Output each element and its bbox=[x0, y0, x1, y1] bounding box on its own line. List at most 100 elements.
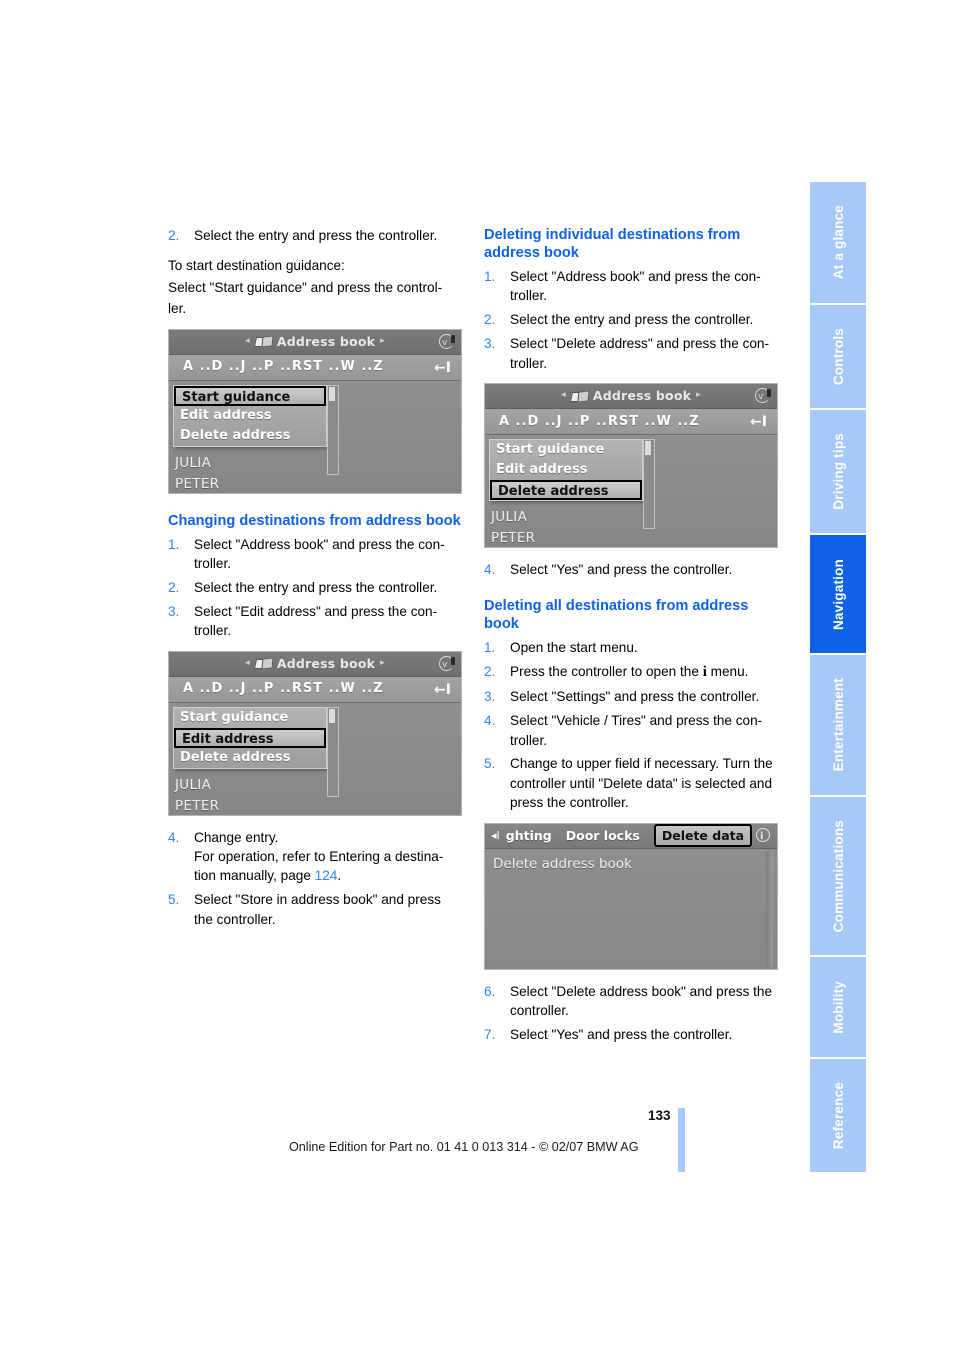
list-item: 3. Select "Settings" and press the contr… bbox=[484, 687, 778, 706]
settings-tab-door-locks[interactable]: Door locks bbox=[566, 826, 640, 845]
info-icon[interactable]: i bbox=[755, 827, 770, 843]
scrollbar-thumb[interactable] bbox=[645, 441, 651, 456]
intro-line-2: Select "Start guidance" and press the co… bbox=[168, 279, 443, 295]
idrive-titlebar: ◂ Address book ▸ v bbox=[169, 329, 461, 355]
step-number: 1. bbox=[484, 640, 496, 656]
list-item: 2. Select the entry and press the contro… bbox=[484, 310, 778, 329]
scrollbar-thumb[interactable] bbox=[329, 386, 335, 401]
settings-tab-lighting[interactable]: ghting bbox=[506, 826, 552, 845]
step-number: 1. bbox=[168, 536, 180, 552]
idrive-title-text: Address book bbox=[592, 388, 692, 404]
step-number: 6. bbox=[484, 983, 496, 999]
alphabet-range-label: A ..D ..J ..P ..RST ..W ..Z bbox=[499, 413, 700, 429]
tab-label: Entertainment bbox=[830, 678, 846, 772]
menu-item-edit-address[interactable]: Edit address bbox=[174, 406, 326, 426]
scrollbar-thumb[interactable] bbox=[329, 708, 335, 723]
list-item[interactable]: JULIA bbox=[175, 453, 435, 474]
address-entry-list: JULIA PETER bbox=[175, 775, 435, 815]
list-item[interactable]: JULIA bbox=[175, 775, 435, 796]
menu-item-delete-address[interactable]: Delete address bbox=[490, 480, 642, 501]
list-item: 4. Select "Vehicle / Tires" and press th… bbox=[484, 711, 778, 750]
footer-rule bbox=[678, 1108, 685, 1172]
screenshot-settings-delete-data: ◂I ghting Door locks Delete data i Delet… bbox=[484, 822, 778, 970]
tab-navigation[interactable]: Navigation bbox=[810, 535, 866, 655]
step-text: Select the entry and press the controlle… bbox=[194, 228, 438, 243]
changing-steps-list-continued: 4. Change entry. For operation, refer to… bbox=[168, 828, 462, 930]
chevron-right-icon: ▸ bbox=[380, 335, 385, 346]
step-text: Select "Yes" and press the controller. bbox=[510, 1027, 733, 1042]
tab-entertainment[interactable]: Entertainment bbox=[810, 654, 866, 797]
menu-item-start-guidance[interactable]: Start guidance bbox=[490, 440, 642, 460]
context-menu: Start guidance Edit address Delete addre… bbox=[173, 706, 327, 769]
settings-tab-delete-data[interactable]: Delete data bbox=[653, 823, 753, 848]
list-item: 4. Change entry. For operation, refer to… bbox=[168, 828, 462, 886]
address-entry-list: JULIA PETER bbox=[491, 507, 751, 547]
panel-item-delete-address-book[interactable]: Delete address book bbox=[485, 849, 777, 874]
list-item: 2. Press the controller to open the i me… bbox=[484, 662, 778, 682]
idrive-body: Start guidance Edit address Delete addre… bbox=[485, 435, 777, 548]
scrollbar[interactable] bbox=[766, 850, 773, 967]
step-text: Select "Store in address book" and press… bbox=[194, 892, 441, 927]
menu-item-delete-address[interactable]: Delete address bbox=[174, 426, 326, 446]
idrive-title-group: ◂ Address book ▸ bbox=[561, 386, 701, 405]
step-number: 3. bbox=[484, 689, 496, 705]
list-item[interactable]: JULIA bbox=[491, 507, 751, 528]
back-arrow-icon: ←I bbox=[434, 681, 451, 698]
intro-line-3: ler. bbox=[168, 301, 187, 317]
chevron-left-icon: ◂ bbox=[561, 390, 566, 401]
idrive-title-group: ◂ Address book ▸ bbox=[245, 654, 385, 673]
left-column: 2. Select the entry and press the contro… bbox=[168, 226, 462, 934]
context-menu: Start guidance Edit address Delete addre… bbox=[173, 384, 327, 447]
chevron-left-icon[interactable]: ◂I bbox=[491, 826, 500, 845]
screenshot-settings-delete-data-wrap: ◂I ghting Door locks Delete data i Delet… bbox=[484, 822, 778, 970]
step-text-period: . bbox=[337, 868, 342, 884]
tab-controls[interactable]: Controls bbox=[810, 304, 866, 411]
menu-item-start-guidance[interactable]: Start guidance bbox=[174, 385, 326, 406]
settings-tab-bar: ◂I ghting Door locks Delete data i bbox=[485, 823, 777, 849]
address-entry-list: JULIA PETER bbox=[175, 453, 435, 493]
tab-communications[interactable]: Communications bbox=[810, 796, 866, 958]
tab-at-a-glance[interactable]: At a glance bbox=[810, 182, 866, 305]
step-text-line1: Change entry. bbox=[194, 829, 279, 845]
menu-item-edit-address[interactable]: Edit address bbox=[490, 460, 642, 480]
list-item[interactable]: PETER bbox=[175, 474, 435, 493]
idrive-letter-bar: A ..D ..J ..P ..RST ..W ..Z ←I bbox=[169, 676, 461, 703]
menu-item-start-guidance[interactable]: Start guidance bbox=[174, 708, 326, 728]
compass-icon: v bbox=[439, 655, 455, 672]
menu-item-delete-address[interactable]: Delete address bbox=[174, 748, 326, 768]
tab-label: Controls bbox=[830, 327, 846, 386]
idrive-titlebar: ◂ Address book ▸ v bbox=[169, 651, 461, 677]
back-arrow-icon: ←I bbox=[750, 414, 767, 431]
tab-driving-tips[interactable]: Driving tips bbox=[810, 410, 866, 536]
step-number: 1. bbox=[484, 269, 496, 284]
list-item: 5. Select "Store in address book" and pr… bbox=[168, 890, 462, 929]
chevron-right-icon: ▸ bbox=[380, 657, 385, 668]
list-item: 2. Select the entry and press the contro… bbox=[168, 578, 462, 597]
list-item: 3. Select "Delete address" and press the… bbox=[484, 334, 778, 373]
heading-deleting-all: Deleting all destinations from address b… bbox=[484, 598, 749, 633]
tab-reference[interactable]: Reference bbox=[810, 1058, 866, 1173]
deleting-all-steps-list: 1. Open the start menu. 2. Press the con… bbox=[484, 638, 778, 812]
list-item: 1. Select "Address book" and press the c… bbox=[168, 535, 462, 574]
intro-line-1: To start destination guidance: bbox=[168, 258, 345, 274]
context-menu: Start guidance Edit address Delete addre… bbox=[489, 439, 643, 502]
deleting-individual-steps-list: 1. Select "Address book" and press the c… bbox=[484, 267, 778, 373]
list-item: 6. Select "Delete address book" and pres… bbox=[484, 982, 778, 1021]
tab-mobility[interactable]: Mobility bbox=[810, 957, 866, 1059]
step-number: 5. bbox=[484, 756, 496, 772]
list-item[interactable]: PETER bbox=[175, 796, 435, 815]
deleting-all-final-steps: 6. Select "Delete address book" and pres… bbox=[484, 982, 778, 1045]
step-number: 7. bbox=[484, 1027, 496, 1042]
tab-label: Mobility bbox=[830, 980, 846, 1034]
screenshot-address-book-edit-address-wrap: ◂ Address book ▸ v A ..D ..J ..P ..RST .… bbox=[168, 650, 462, 816]
footer-copyright-text: Online Edition for Part no. 01 41 0 013 … bbox=[289, 1140, 639, 1154]
address-book-icon bbox=[255, 336, 272, 347]
page-reference-link[interactable]: 124 bbox=[315, 868, 338, 883]
idrive-letter-bar: A ..D ..J ..P ..RST ..W ..Z ←I bbox=[485, 409, 777, 436]
screenshot-address-book-delete-address: ◂ Address book ▸ v A ..D ..J ..P ..RST .… bbox=[484, 383, 778, 549]
step-text: Select the entry and press the controlle… bbox=[510, 312, 754, 328]
list-item: 5. Change to upper field if necessary. T… bbox=[484, 754, 778, 812]
list-item: 1. Select "Address book" and press the c… bbox=[484, 267, 778, 306]
list-item[interactable]: PETER bbox=[491, 528, 751, 547]
menu-item-edit-address[interactable]: Edit address bbox=[174, 727, 326, 748]
